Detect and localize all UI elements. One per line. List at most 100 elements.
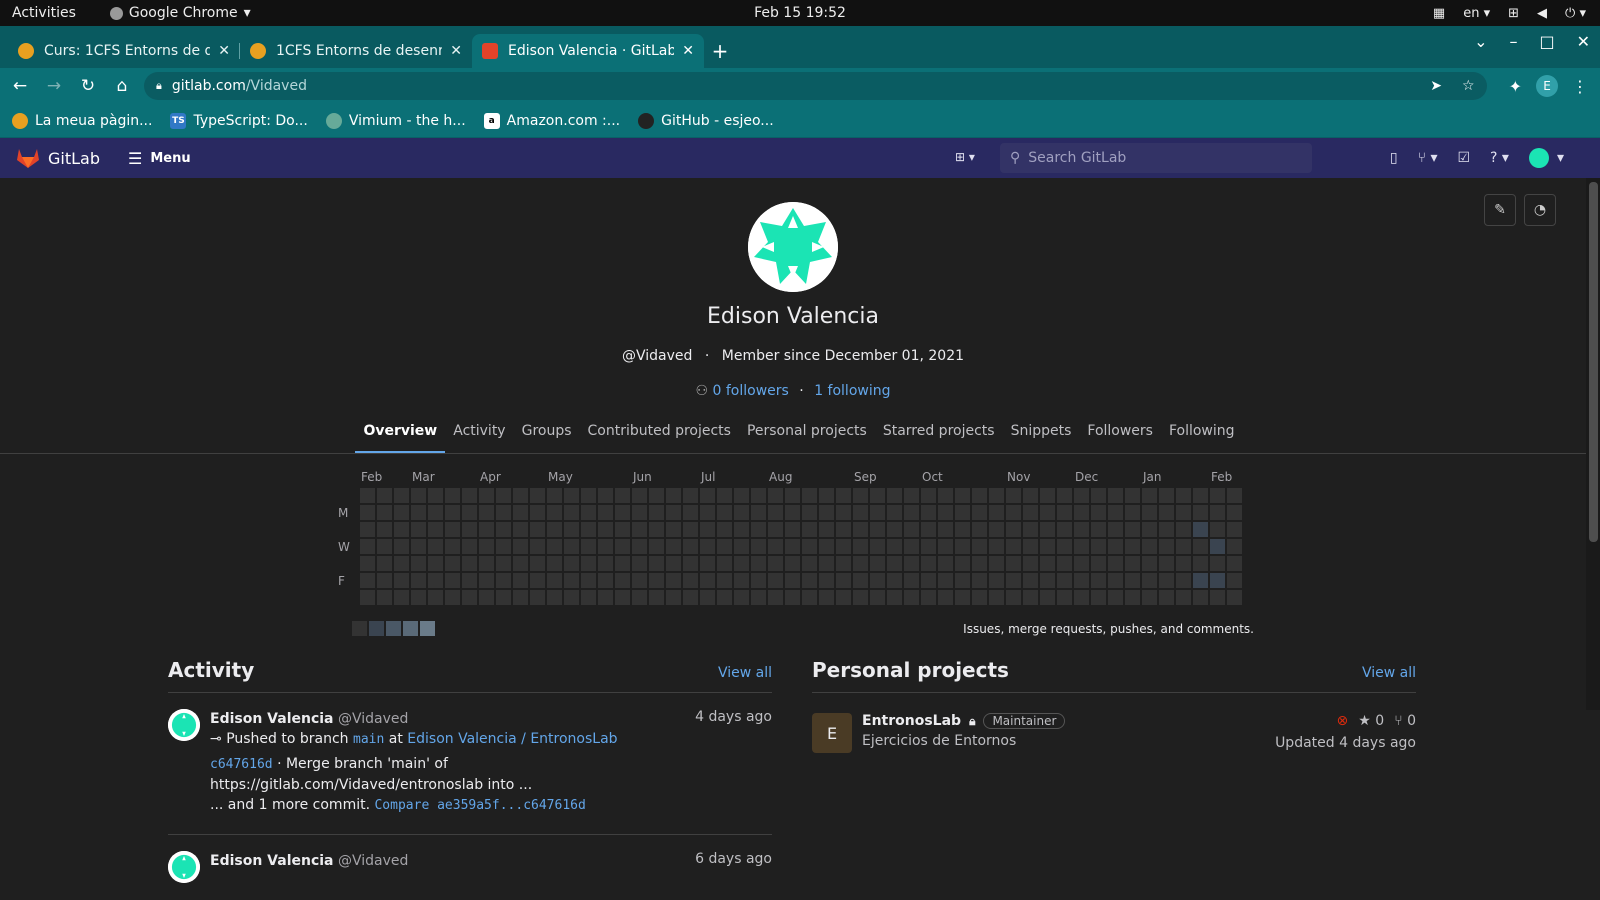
heatmap-cell[interactable] — [428, 590, 443, 605]
heatmap-cell[interactable] — [479, 556, 494, 571]
heatmap-cell[interactable] — [1108, 590, 1123, 605]
heatmap-cell[interactable] — [1125, 522, 1140, 537]
heatmap-cell[interactable] — [1006, 488, 1021, 503]
heatmap-cell[interactable] — [751, 556, 766, 571]
heatmap-cell[interactable] — [1074, 505, 1089, 520]
heatmap-cell[interactable] — [1227, 573, 1242, 588]
heatmap-cell[interactable] — [683, 539, 698, 554]
heatmap-cell[interactable] — [751, 539, 766, 554]
heatmap-cell[interactable] — [921, 505, 936, 520]
merge-requests-icon[interactable]: ⑂ ▾ — [1418, 150, 1438, 166]
heatmap-cell[interactable] — [955, 522, 970, 537]
heatmap-cell[interactable] — [870, 488, 885, 503]
heatmap-cell[interactable] — [496, 590, 511, 605]
heatmap-cell[interactable] — [1142, 522, 1157, 537]
search-input[interactable]: ⚲ Search GitLab — [1000, 143, 1312, 173]
heatmap-cell[interactable] — [870, 505, 885, 520]
heatmap-cell[interactable] — [989, 522, 1004, 537]
heatmap-cell[interactable] — [1023, 522, 1038, 537]
heatmap-cell[interactable] — [887, 488, 902, 503]
heatmap-cell[interactable] — [1040, 522, 1055, 537]
heatmap-cell[interactable] — [360, 573, 375, 588]
close-tab-icon[interactable]: ✕ — [218, 43, 230, 59]
heatmap-cell[interactable] — [989, 573, 1004, 588]
heatmap-cell[interactable] — [1159, 505, 1174, 520]
heatmap-cell[interactable] — [632, 556, 647, 571]
tab-overview[interactable]: Overview — [355, 413, 446, 453]
heatmap-cell[interactable] — [955, 556, 970, 571]
heatmap-cell[interactable] — [717, 539, 732, 554]
heatmap-cell[interactable] — [428, 522, 443, 537]
heatmap-cell[interactable] — [530, 556, 545, 571]
heatmap-cell[interactable] — [1091, 505, 1106, 520]
heatmap-cell[interactable] — [479, 573, 494, 588]
close-window-icon[interactable]: ✕ — [1577, 32, 1590, 51]
heatmap-cell[interactable] — [802, 539, 817, 554]
heatmap-cell[interactable] — [496, 573, 511, 588]
heatmap-cell[interactable] — [1125, 556, 1140, 571]
heatmap-cell[interactable] — [530, 539, 545, 554]
heatmap-cell[interactable] — [768, 590, 783, 605]
scrollbar[interactable] — [1586, 178, 1600, 710]
heatmap-cell[interactable] — [1057, 488, 1072, 503]
heatmap-cell[interactable] — [462, 505, 477, 520]
scrollbar-thumb[interactable] — [1589, 182, 1598, 542]
heatmap-cell[interactable] — [1006, 522, 1021, 537]
heatmap-cell[interactable] — [632, 539, 647, 554]
heatmap-cell[interactable] — [360, 539, 375, 554]
heatmap-cell[interactable] — [1006, 573, 1021, 588]
heatmap-cell[interactable] — [547, 539, 562, 554]
heatmap-cell[interactable] — [904, 573, 919, 588]
heatmap-cell[interactable] — [802, 505, 817, 520]
heatmap-cell[interactable] — [819, 488, 834, 503]
heatmap-cell[interactable] — [377, 539, 392, 554]
heatmap-cell[interactable] — [445, 488, 460, 503]
heatmap-cell[interactable] — [1023, 488, 1038, 503]
browser-tab-3[interactable]: Edison Valencia · GitLab ✕ — [472, 34, 704, 68]
heatmap-cell[interactable] — [972, 590, 987, 605]
heatmap-cell[interactable] — [717, 590, 732, 605]
heatmap-cell[interactable] — [734, 590, 749, 605]
heatmap-cell[interactable] — [1057, 573, 1072, 588]
heatmap-cell[interactable] — [717, 573, 732, 588]
heatmap-cell[interactable] — [1091, 556, 1106, 571]
workspace-icon[interactable]: ▦ — [1433, 6, 1445, 21]
heatmap-cell[interactable] — [394, 573, 409, 588]
heatmap-cell[interactable] — [360, 556, 375, 571]
heatmap-cell[interactable] — [955, 573, 970, 588]
heatmap-cell[interactable] — [1074, 488, 1089, 503]
pipeline-failed-icon[interactable]: ⊗ — [1337, 713, 1349, 729]
heatmap-cell[interactable] — [853, 573, 868, 588]
heatmap-cell[interactable] — [1023, 539, 1038, 554]
heatmap-cell[interactable] — [496, 556, 511, 571]
heatmap-cell[interactable] — [1227, 505, 1242, 520]
heatmap-cell[interactable] — [1193, 556, 1208, 571]
gitlab-home-link[interactable]: GitLab — [16, 147, 100, 169]
heatmap-cell[interactable] — [717, 556, 732, 571]
heatmap-cell[interactable] — [445, 556, 460, 571]
heatmap-cell[interactable] — [411, 522, 426, 537]
heatmap-cell[interactable] — [751, 522, 766, 537]
heatmap-cell[interactable] — [938, 488, 953, 503]
heatmap-cell[interactable] — [921, 539, 936, 554]
heatmap-cell[interactable] — [785, 556, 800, 571]
heatmap-cell[interactable] — [1176, 522, 1191, 537]
event-user[interactable]: Edison Valencia — [210, 853, 334, 869]
heatmap-cell[interactable] — [530, 522, 545, 537]
heatmap-cell[interactable] — [700, 590, 715, 605]
heatmap-cell[interactable] — [1176, 505, 1191, 520]
followers-link[interactable]: 0 followers — [713, 383, 789, 399]
heatmap-cell[interactable] — [615, 590, 630, 605]
heatmap-cell[interactable] — [394, 488, 409, 503]
heatmap-cell[interactable] — [615, 522, 630, 537]
heatmap-cell[interactable] — [938, 573, 953, 588]
heatmap-cell[interactable] — [649, 573, 664, 588]
heatmap-cell[interactable] — [666, 573, 681, 588]
heatmap-cell[interactable] — [989, 590, 1004, 605]
heatmap-cell[interactable] — [1125, 488, 1140, 503]
heatmap-cell[interactable] — [955, 488, 970, 503]
heatmap-cell[interactable] — [632, 573, 647, 588]
create-new-icon[interactable]: ⊞ ▾ — [955, 150, 975, 164]
heatmap-cell[interactable] — [632, 590, 647, 605]
heatmap-cell[interactable] — [700, 522, 715, 537]
